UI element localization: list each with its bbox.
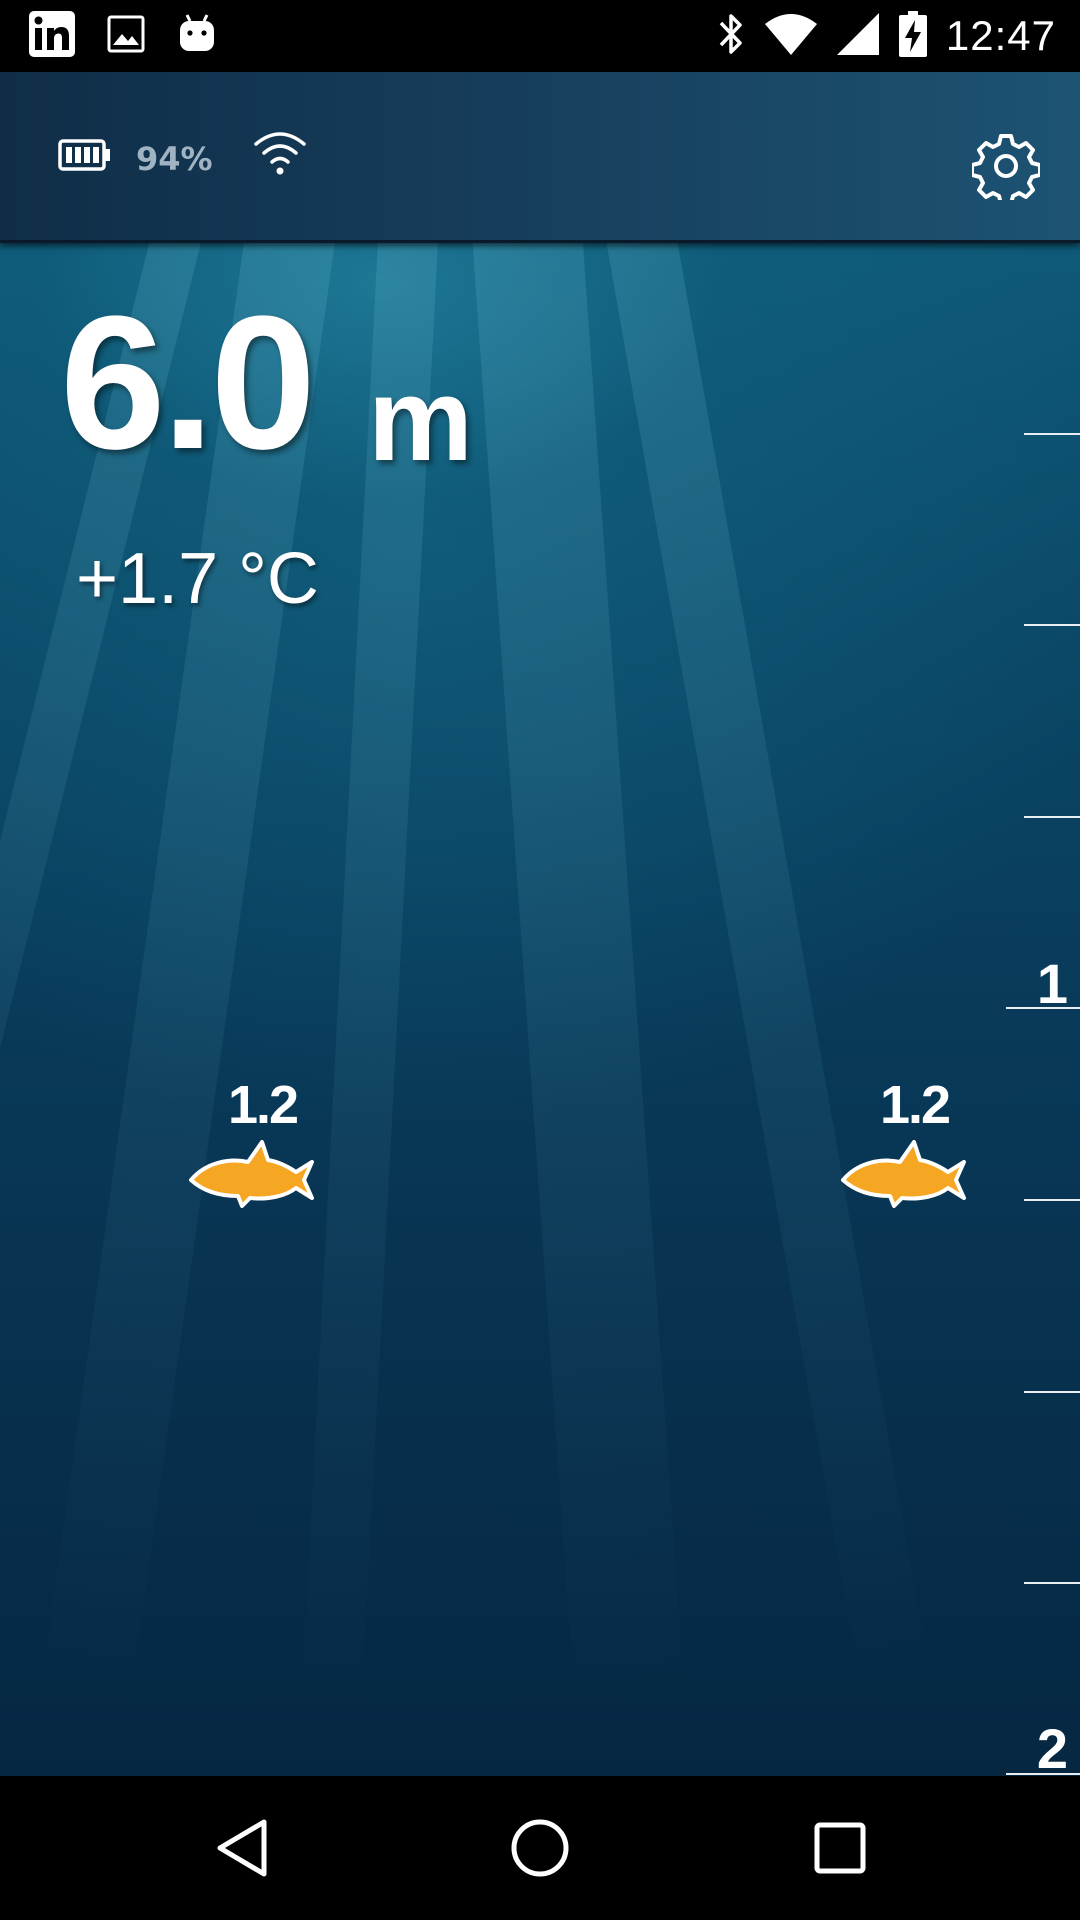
fish-icon	[841, 1140, 966, 1208]
settings-gear-icon[interactable]	[970, 132, 1042, 206]
navigation-bar	[0, 1776, 1080, 1920]
status-bar: 12:47	[0, 0, 1080, 72]
depth-value: 6.0	[60, 277, 316, 489]
fish-depth-label: 1.2	[880, 1075, 951, 1135]
fish-depth-label: 1.2	[228, 1075, 299, 1135]
depth-scale-tick	[1006, 1773, 1080, 1775]
linkedin-icon	[28, 10, 76, 63]
depth-scale-label: 1	[1036, 952, 1068, 1015]
fish-icon	[189, 1140, 314, 1208]
back-icon[interactable]	[212, 1818, 272, 1878]
sonar-view: 6.0 m +1.7 °C 1 2 1.2 1.2	[0, 243, 1080, 1776]
depth-scale-tick	[1024, 624, 1080, 626]
fish-marker: 1.2	[188, 1078, 328, 1208]
status-time: 12:47	[945, 12, 1056, 59]
screen: 12:47 94% 6.0 m +1.7 °C 1 2 1.2 1.2	[0, 0, 1080, 1920]
fish-marker: 1.2	[840, 1078, 980, 1208]
gallery-icon	[106, 14, 146, 59]
bluetooth-icon	[716, 11, 746, 62]
home-icon[interactable]	[510, 1818, 570, 1878]
depth-scale-tick	[1024, 816, 1080, 818]
depth-scale-tick	[1006, 1007, 1080, 1009]
depth-scale-label: 2	[1036, 1717, 1068, 1777]
status-bar-notifications	[28, 10, 218, 63]
depth-scale-tick	[1024, 1582, 1080, 1584]
cell-signal-icon	[836, 12, 880, 61]
battery-charging-icon	[898, 10, 928, 63]
recents-icon[interactable]	[810, 1818, 870, 1878]
device-battery-icon	[58, 138, 112, 177]
depth-unit: m	[368, 354, 473, 486]
device-battery-percent: 94%	[136, 140, 213, 178]
depth-scale-tick	[1024, 1199, 1080, 1201]
android-debug-icon	[176, 13, 218, 60]
app-header: 94%	[0, 72, 1080, 243]
depth-scale-tick	[1024, 1391, 1080, 1393]
wifi-signal-icon	[764, 12, 818, 61]
device-wifi-icon	[252, 130, 308, 181]
status-bar-system: 12:47	[716, 8, 1056, 64]
water-temperature: +1.7 °C	[76, 539, 319, 619]
depth-scale-tick	[1024, 433, 1080, 435]
